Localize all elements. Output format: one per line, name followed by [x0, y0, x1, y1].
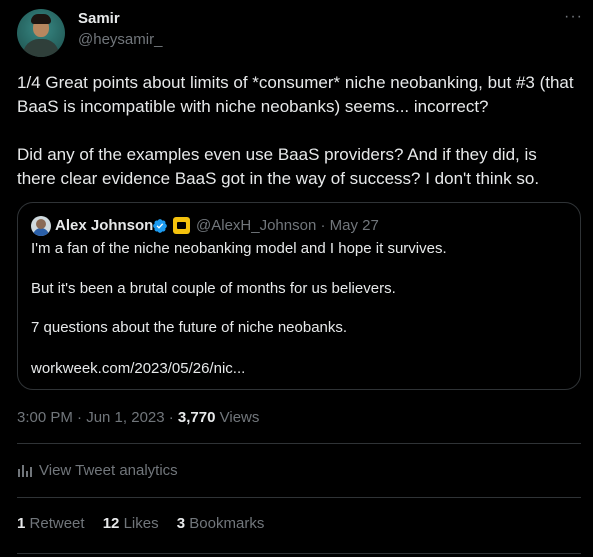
quoted-avatar-body: [33, 228, 49, 236]
engagement-stats: 1 Retweet 12 Likes 3 Bookmarks: [17, 515, 278, 532]
author-display-name[interactable]: Samir: [78, 10, 120, 27]
likes-label: Likes: [123, 515, 159, 532]
author-handle[interactable]: @heysamir_: [78, 31, 162, 48]
avatar-shirt: [23, 39, 59, 57]
tweet-paragraph: 1/4 Great points about limits of *consum…: [17, 73, 574, 116]
quoted-line: But it's been a brutal couple of months …: [31, 280, 396, 297]
more-horizontal-icon[interactable]: ···: [564, 8, 583, 26]
avatar-hair: [31, 14, 51, 24]
view-analytics-link[interactable]: View Tweet analytics: [17, 462, 178, 479]
likes-count: 12: [102, 515, 120, 532]
quoted-display-name[interactable]: Alex Johnson: [55, 217, 153, 234]
analytics-label: View Tweet analytics: [39, 462, 178, 479]
avatar[interactable]: [17, 9, 65, 57]
views-count: 3,770: [177, 409, 216, 426]
likes-stat[interactable]: 12 Likes: [103, 515, 159, 532]
views-label: Views: [215, 409, 260, 426]
divider: [17, 553, 581, 554]
tweet-paragraph: Did any of the examples even use BaaS pr…: [17, 145, 540, 188]
quoted-link[interactable]: workweek.com/2023/05/26/nic...: [31, 360, 245, 377]
tweet-meta: 3:00 PM · Jun 1, 2023 · 3,770 Views: [17, 409, 259, 426]
quoted-handle-date[interactable]: @AlexH_Johnson · May 27: [196, 217, 379, 234]
bookmarks-count: 3: [176, 515, 186, 532]
tweet-timestamp[interactable]: 3:00 PM · Jun 1, 2023 ·: [17, 409, 178, 426]
bookmarks-label: Bookmarks: [189, 515, 265, 532]
quoted-line: 7 questions about the future of niche ne…: [31, 319, 348, 336]
bar-chart-icon: [18, 465, 32, 477]
retweets-stat[interactable]: 1 Retweet: [17, 515, 85, 532]
divider: [17, 443, 581, 444]
quoted-line: I'm a fan of the niche neobanking model …: [31, 240, 447, 257]
tweet-text: 1/4 Great points about limits of *consum…: [17, 71, 577, 191]
divider: [17, 497, 581, 498]
quoted-avatar-face: [36, 219, 46, 229]
affiliate-badge-mark: [177, 222, 186, 229]
bookmarks-stat[interactable]: 3 Bookmarks: [177, 515, 265, 532]
verified-badge-icon: [153, 219, 167, 233]
quoted-avatar[interactable]: [31, 216, 51, 236]
retweets-label: Retweet: [29, 515, 85, 532]
retweets-count: 1: [17, 515, 26, 532]
affiliate-badge-icon: [173, 217, 190, 234]
